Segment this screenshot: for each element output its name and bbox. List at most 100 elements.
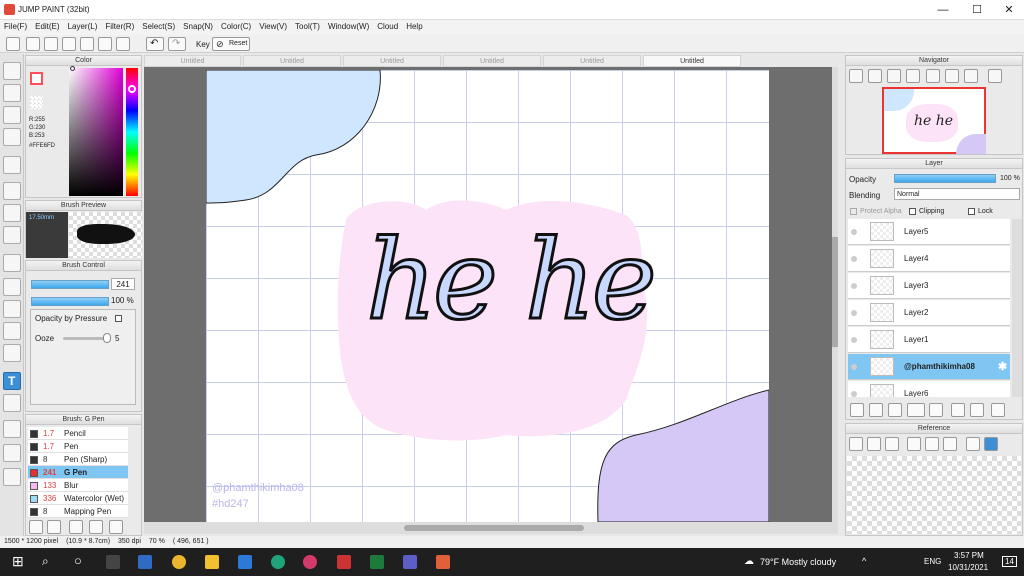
vertical-scrollbar[interactable] [832,67,838,522]
ooze-slider-handle[interactable] [103,333,111,343]
reset-button[interactable]: ⊘ Reset [212,37,250,51]
new-layer-8bit-icon[interactable] [869,403,883,417]
brush-list-item[interactable]: 336 Watercolor (Wet) [28,492,128,505]
grid-icon[interactable] [116,37,130,51]
cloud-icon[interactable] [6,37,20,51]
blending-select[interactable]: Normal [894,188,1020,200]
layer-item[interactable]: Layer2 [848,300,1010,326]
delete-layer-icon[interactable] [991,403,1005,417]
layer-item-selected[interactable]: @phamthikimha08 ✱ [848,354,1010,380]
visibility-icon[interactable] [851,283,857,289]
brush-copy-icon[interactable] [69,520,83,534]
layer-item[interactable]: Layer5 [848,219,1010,245]
clipping-checkbox[interactable] [909,208,916,215]
ref-hand-icon[interactable] [984,437,998,451]
language-indicator[interactable]: ENG [924,557,941,566]
layer-item[interactable]: Layer3 [848,273,1010,299]
hue-slider-handle[interactable] [128,85,136,93]
vertical-scroll-thumb[interactable] [832,237,838,347]
eyedropper-tool-icon[interactable] [3,420,21,438]
maximize-button[interactable]: ☐ [962,1,992,19]
brush-page-icon[interactable] [89,520,103,534]
brush-delete-icon[interactable] [109,520,123,534]
lasso-tool-icon[interactable] [3,278,21,296]
menu-view[interactable]: View(V) [255,20,291,31]
edge-icon[interactable] [271,555,285,569]
widgets-icon[interactable] [106,555,120,569]
magic-wand-tool-icon[interactable] [3,300,21,318]
brush-folder-icon[interactable] [47,520,61,534]
visibility-icon[interactable] [851,391,857,397]
messenger-icon[interactable] [303,555,317,569]
menu-help[interactable]: Help [402,20,426,31]
menu-cloud[interactable]: Cloud [373,20,402,31]
lock-checkbox[interactable] [968,208,975,215]
eraser-tool-icon[interactable] [3,84,21,102]
export-icon[interactable] [26,37,40,51]
reference-canvas[interactable] [847,456,1021,534]
merge-layer-icon[interactable] [970,403,984,417]
windows-start-icon[interactable]: ⊞ [12,553,24,570]
duplicate-layer-icon[interactable] [951,403,965,417]
jump-paint-icon[interactable] [337,555,351,569]
drawing-canvas[interactable]: he he @phamthikimha08 #hd247 [206,70,769,522]
menu-edit[interactable]: Edit(E) [31,20,63,31]
gradient-tool-icon[interactable] [3,226,21,244]
horizontal-scroll-thumb[interactable] [404,525,584,531]
bucket-tool-icon[interactable] [3,204,21,222]
nav-actual-size-icon[interactable] [906,69,920,83]
rectangle-tool-icon[interactable] [3,106,21,124]
layer-item[interactable]: Layer1 [848,327,1010,353]
saturation-value-picker[interactable] [69,68,123,196]
fill-rect-tool-icon[interactable] [3,182,21,200]
nav-flip-icon[interactable] [988,69,1002,83]
select-eraser-tool-icon[interactable] [3,344,21,362]
ref-fit-icon[interactable] [943,437,957,451]
select-pen-tool-icon[interactable] [3,322,21,340]
menu-window[interactable]: Window(W) [324,20,373,31]
file-icon[interactable] [98,37,112,51]
tab-untitled-5[interactable]: Untitled [543,55,641,67]
store-icon[interactable] [138,555,152,569]
ref-zoom-in-icon[interactable] [907,437,921,451]
menu-tool[interactable]: Tool(T) [291,20,324,31]
minimize-button[interactable]: — [928,1,958,19]
protect-alpha-checkbox[interactable] [850,208,857,215]
add-layer-dropdown-icon[interactable] [907,403,925,417]
pen-tool-icon[interactable] [3,444,21,462]
nav-rotate-left-icon[interactable] [926,69,940,83]
ref-close-icon[interactable] [885,437,899,451]
layer-item[interactable]: Layer4 [848,246,1010,272]
clock-date[interactable]: 10/31/2021 [948,563,988,572]
excel-icon[interactable] [370,555,384,569]
tab-untitled-1[interactable]: Untitled [144,55,241,67]
opacity-pressure-checkbox[interactable] [115,315,122,322]
page-icon[interactable] [80,37,94,51]
menu-color[interactable]: Color(C) [217,20,255,31]
search-icon[interactable]: ⌕ [42,554,49,569]
brush-list-item[interactable]: 1.7 Pen [28,440,128,453]
primary-color-swatch[interactable] [30,72,43,85]
close-button[interactable]: ✕ [994,1,1024,19]
brush-list-item[interactable]: 133 Blur [28,479,128,492]
task-view-icon[interactable]: ○ [74,553,82,568]
notification-count[interactable]: 14 [1002,556,1017,567]
tab-untitled-2[interactable]: Untitled [243,55,341,67]
menu-layer[interactable]: Layer(L) [64,20,102,31]
new-layer-icon[interactable] [850,403,864,417]
ref-open-icon[interactable] [867,437,881,451]
nav-fit-icon[interactable] [887,69,901,83]
brush-list-item[interactable]: 241 G Pen [28,466,128,479]
layer-item[interactable]: Layer6 [848,381,1010,397]
transparent-swatch[interactable] [30,96,43,109]
layer-opacity-slider[interactable] [894,174,996,183]
undo-icon[interactable]: ↶ [146,37,164,51]
navigator-thumbnail[interactable]: he he [882,87,986,154]
menu-file[interactable]: File(F) [0,20,31,31]
move-tool-icon[interactable] [3,156,21,174]
tab-untitled-4[interactable]: Untitled [443,55,541,67]
tab-untitled-active[interactable]: Untitled [643,55,741,67]
horizontal-scrollbar[interactable] [144,522,838,534]
teams-icon[interactable] [403,555,417,569]
visibility-icon[interactable] [851,310,857,316]
